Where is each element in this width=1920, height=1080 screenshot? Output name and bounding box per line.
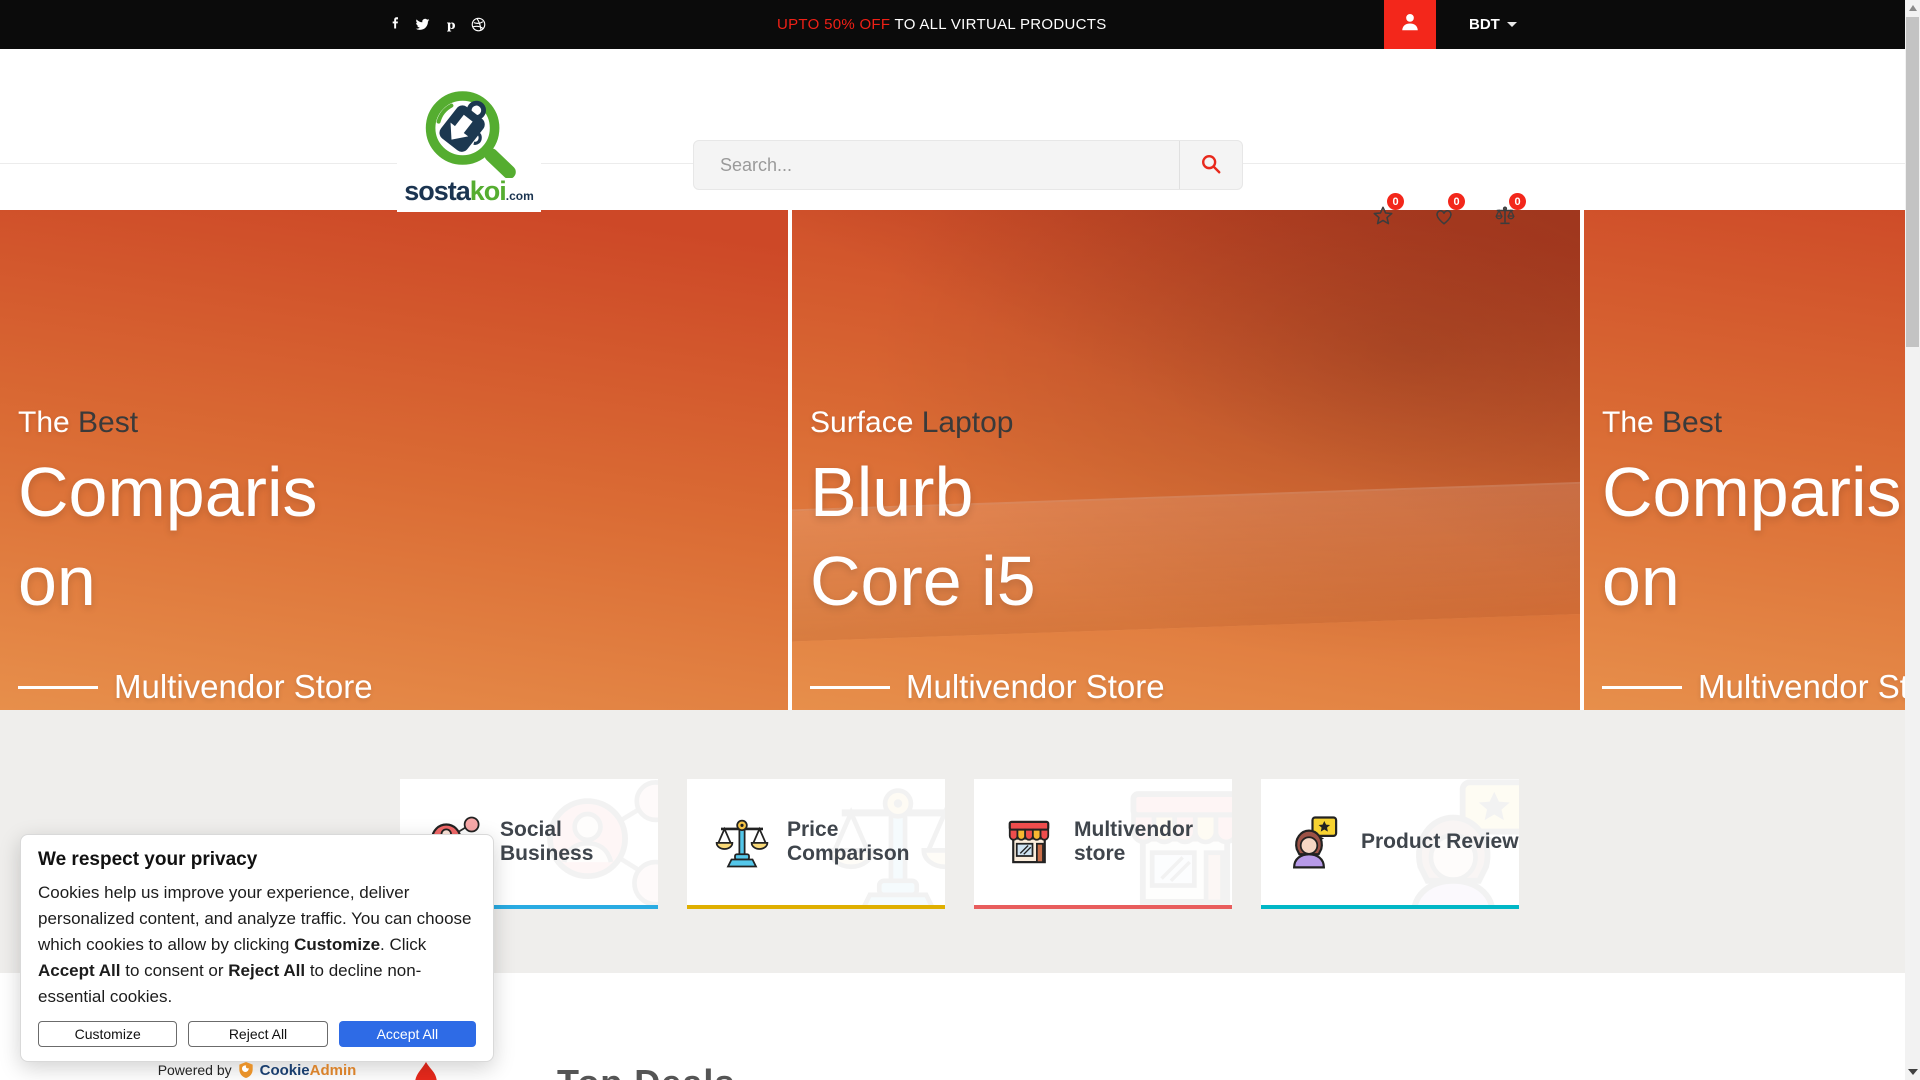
compare-count-badge: 0: [1509, 193, 1526, 210]
reject-all-button[interactable]: Reject All: [188, 1021, 328, 1047]
slide-content: Surface Laptop Blurb Core i5 Multivendor…: [792, 210, 1580, 710]
customize-button[interactable]: Customize: [38, 1021, 178, 1047]
slide-title: Comparison: [1602, 453, 1902, 620]
triangle-up-icon: [1908, 5, 1917, 11]
ratings-count-badge: 0: [1387, 193, 1404, 210]
kicker-dark: Best: [1662, 406, 1723, 439]
scrollbar-thumb[interactable]: [1906, 17, 1919, 347]
multivendor-store-icon: [1001, 814, 1057, 870]
scroll-up-arrow[interactable]: [1905, 0, 1920, 16]
magnifier-price-tag-icon: [421, 86, 517, 178]
logo-part1: sosta: [404, 176, 471, 206]
slide-content: The Best Comparison Multivendor Store: [1584, 210, 1905, 710]
logo-part2: koi: [469, 176, 507, 206]
feature-label: Product Review: [1361, 830, 1519, 853]
triangle-down-icon: [1907, 1069, 1918, 1075]
cookie-text: to consent or: [120, 961, 229, 980]
slide-footer: Multivendor Store: [810, 668, 1165, 706]
price-comparison-icon: [714, 814, 770, 870]
powered-by-label: Powered by: [157, 1062, 232, 1078]
decorative-line: [18, 685, 98, 689]
slide-footer: Multivendor Store: [1602, 668, 1905, 706]
kicker-dark: Best: [78, 406, 139, 439]
slide-kicker: The Best: [1602, 406, 1722, 440]
slide-tagline: Multivendor Store: [1698, 668, 1905, 705]
feature-label: Price Comparison: [787, 818, 910, 865]
facebook-icon[interactable]: [386, 16, 403, 33]
slide-content: The Best Comparison Multivendor Store: [0, 210, 788, 710]
feature-label: Social Business: [500, 818, 594, 865]
chevron-down-icon: [1506, 22, 1517, 27]
currency-selector[interactable]: BDT: [1469, 0, 1517, 49]
cookie-text-bold: Customize: [294, 935, 381, 954]
wishlist-count-badge: 0: [1448, 193, 1465, 210]
site-logo[interactable]: sostakoi.com: [397, 84, 541, 212]
kicker-light: The: [1602, 406, 1663, 439]
slide-tagline: Multivendor Store: [114, 668, 373, 705]
search-input[interactable]: [694, 141, 1179, 189]
feature-label: Multivendor store: [1074, 818, 1193, 865]
promo-highlight: UPTO 50% OFF: [777, 16, 891, 33]
hero-carousel: The Best Comparison Multivendor Store Su…: [0, 210, 1905, 710]
cookieadmin-brand[interactable]: CookieAdmin: [260, 1062, 357, 1079]
currency-value: BDT: [1469, 16, 1500, 33]
slide-kicker: Surface Laptop: [810, 406, 1014, 440]
promo-rest: TO ALL VIRTUAL PRODUCTS: [890, 16, 1107, 33]
header: sostakoi.com 0 0 0: [0, 49, 1905, 210]
slide-title: Blurb Core i5: [810, 453, 1036, 620]
feature-card-product-review[interactable]: Product Review: [1261, 779, 1519, 909]
promo-banner: UPTO 50% OFF TO ALL VIRTUAL PRODUCTS: [777, 0, 1107, 49]
cookie-text-bold: Accept All: [38, 961, 121, 980]
logo-suffix: .com: [505, 189, 534, 203]
social-links: [386, 0, 487, 49]
section-title: Top Deals: [557, 1062, 735, 1080]
feature-card-price-comparison[interactable]: Price Comparison: [687, 779, 945, 909]
hero-slide-comparison-left[interactable]: The Best Comparison Multivendor Store: [0, 210, 788, 710]
hero-slide-comparison-right[interactable]: The Best Comparison Multivendor Store: [1584, 210, 1905, 710]
logo-text: sostakoi.com: [404, 178, 534, 209]
search-button[interactable]: [1179, 141, 1242, 189]
user-icon: [1399, 11, 1421, 38]
search-bar: [693, 140, 1243, 190]
storefront-homepage: UPTO 50% OFF TO ALL VIRTUAL PRODUCTS BDT…: [0, 0, 1920, 1080]
slide-kicker: The Best: [18, 406, 138, 440]
cookie-text-bold: Reject All: [228, 961, 306, 980]
feature-card-multivendor-store[interactable]: Multivendor store: [974, 779, 1232, 909]
hero-slide-surface-laptop[interactable]: Surface Laptop Blurb Core i5 Multivendor…: [792, 210, 1580, 710]
cookie-title: We respect your privacy: [38, 849, 258, 870]
twitter-icon[interactable]: [414, 16, 431, 33]
product-review-icon: [1288, 814, 1344, 870]
account-button[interactable]: [1384, 0, 1436, 49]
decorative-line: [810, 685, 890, 689]
slide-title: Comparison: [18, 453, 318, 620]
cookie-actions: Customize Reject All Accept All: [38, 1021, 476, 1047]
dribbble-icon[interactable]: [470, 16, 487, 33]
brand-first: Cookie: [259, 1061, 310, 1079]
kicker-light: The: [18, 406, 79, 439]
cookie-body: Cookies help us improve your experience,…: [38, 880, 476, 1010]
shield-icon: [238, 1061, 254, 1079]
slide-tagline: Multivendor Store: [906, 668, 1165, 705]
topbar: UPTO 50% OFF TO ALL VIRTUAL PRODUCTS BDT: [0, 0, 1905, 49]
scroll-down-arrow[interactable]: [1905, 1064, 1920, 1080]
cookie-text: . Click: [380, 935, 427, 954]
kicker-light: Surface: [810, 406, 922, 439]
decorative-line: [1602, 685, 1682, 689]
cookie-powered-by: Powered by CookieAdmin: [38, 1061, 476, 1079]
slide-footer: Multivendor Store: [18, 668, 373, 706]
accept-all-button[interactable]: Accept All: [338, 1021, 476, 1047]
kicker-dark: Laptop: [921, 406, 1014, 439]
cookie-consent-dialog: We respect your privacy Cookies help us …: [20, 834, 494, 1079]
search-icon: [1200, 153, 1222, 178]
brand-second: Admin: [309, 1061, 357, 1079]
pinterest-icon[interactable]: [442, 16, 459, 33]
vertical-scrollbar: [1905, 0, 1920, 1080]
